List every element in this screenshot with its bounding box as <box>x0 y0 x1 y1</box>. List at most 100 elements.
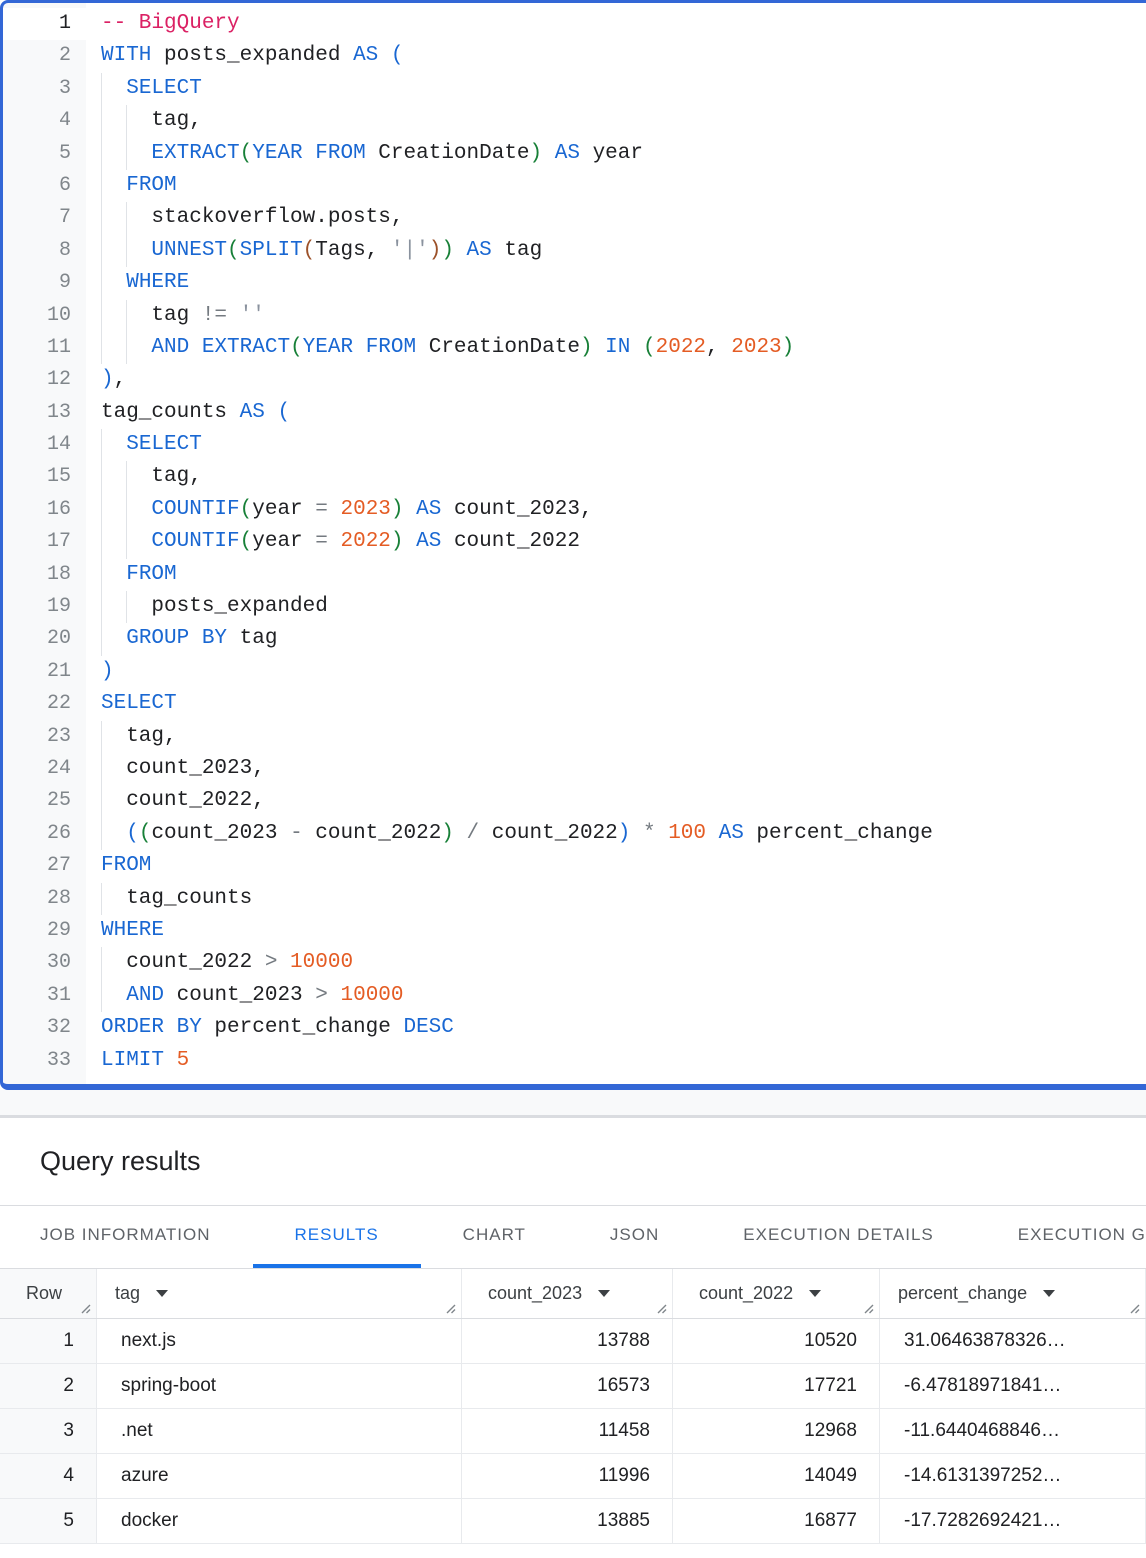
column-menu-dropdown-icon[interactable] <box>809 1290 821 1297</box>
indent-guide-line <box>101 721 102 753</box>
column-resize-handle[interactable] <box>862 1302 874 1314</box>
cell-percent_change[interactable]: -6.47818971841… <box>880 1364 1146 1408</box>
cell-tag[interactable]: azure <box>97 1454 462 1498</box>
cell-count_2022[interactable]: 10520 <box>673 1319 880 1363</box>
tab-execution-graph[interactable]: EXECUTION GRAPH <box>976 1206 1146 1268</box>
indent-guide-line <box>101 105 102 137</box>
column-header-count_2023[interactable]: count_2023 <box>462 1269 673 1318</box>
cell-count_2023[interactable]: 11458 <box>462 1409 673 1453</box>
indent-guide-line <box>126 332 127 364</box>
code-line[interactable]: 5 EXTRACT(YEAR FROM CreationDate) AS yea… <box>3 138 1146 170</box>
column-resize-handle[interactable] <box>79 1302 91 1314</box>
column-menu-dropdown-icon[interactable] <box>1043 1290 1055 1297</box>
indent-guide-line <box>101 235 102 267</box>
code-line[interactable]: 14 SELECT <box>3 429 1146 461</box>
line-number: 29 <box>3 915 86 947</box>
code-line[interactable]: 23 tag, <box>3 721 1146 753</box>
code-line[interactable]: 15 tag, <box>3 461 1146 493</box>
code-token: WHERE <box>101 919 164 942</box>
indent-guide-line <box>101 138 102 170</box>
code-line[interactable]: 8 UNNEST(SPLIT(Tags, '|')) AS tag <box>3 235 1146 267</box>
code-line[interactable]: 20 GROUP BY tag <box>3 623 1146 655</box>
code-line[interactable]: 12), <box>3 364 1146 396</box>
code-line[interactable]: 1-- BigQuery <box>3 8 1146 40</box>
code-line[interactable]: 24 count_2023, <box>3 753 1146 785</box>
tab-execution-details[interactable]: EXECUTION DETAILS <box>701 1206 976 1268</box>
cell-count_2023[interactable]: 16573 <box>462 1364 673 1408</box>
code-token <box>101 627 126 650</box>
indent-guide-line <box>126 494 127 526</box>
column-header-row[interactable]: Row <box>0 1269 97 1318</box>
cell-count_2023[interactable]: 13788 <box>462 1319 673 1363</box>
tab-chart[interactable]: CHART <box>421 1206 568 1268</box>
code-line[interactable]: 18 FROM <box>3 559 1146 591</box>
cell-percent_change[interactable]: 31.06463878326… <box>880 1319 1146 1363</box>
code-line[interactable]: 27FROM <box>3 850 1146 882</box>
column-header-tag[interactable]: tag <box>97 1269 462 1318</box>
code-text: count_2023, <box>86 753 1146 785</box>
code-line[interactable]: 28 tag_counts <box>3 883 1146 915</box>
code-token: count_2023 <box>151 822 290 845</box>
code-line[interactable]: 19 posts_expanded <box>3 591 1146 623</box>
code-line[interactable]: 30 count_2022 > 10000 <box>3 947 1146 979</box>
code-line[interactable]: 2WITH posts_expanded AS ( <box>3 40 1146 72</box>
column-menu-dropdown-icon[interactable] <box>156 1290 168 1297</box>
cell-count_2022[interactable]: 17721 <box>673 1364 880 1408</box>
code-line[interactable]: 21) <box>3 656 1146 688</box>
code-line[interactable]: 4 tag, <box>3 105 1146 137</box>
code-token <box>101 174 126 197</box>
cell-percent_change[interactable]: -14.6131397252… <box>880 1454 1146 1498</box>
cell-count_2022[interactable]: 12968 <box>673 1409 880 1453</box>
cell-tag[interactable]: .net <box>97 1409 462 1453</box>
query-results-header: Query results <box>0 1118 1146 1206</box>
code-token <box>227 304 240 327</box>
code-line[interactable]: 33LIMIT 5 <box>3 1045 1146 1077</box>
line-number: 4 <box>3 105 86 137</box>
tab-results[interactable]: RESULTS <box>253 1206 421 1268</box>
code-text: SELECT <box>86 429 1146 461</box>
code-line[interactable]: 7 stackoverflow.posts, <box>3 202 1146 234</box>
code-line[interactable]: 10 tag != '' <box>3 300 1146 332</box>
code-line[interactable]: 11 AND EXTRACT(YEAR FROM CreationDate) I… <box>3 332 1146 364</box>
cell-count_2022[interactable]: 14049 <box>673 1454 880 1498</box>
code-lines: 1-- BigQuery2WITH posts_expanded AS (3 S… <box>3 8 1146 1077</box>
sql-editor[interactable]: 1-- BigQuery2WITH posts_expanded AS (3 S… <box>0 0 1146 1090</box>
code-line[interactable]: 32ORDER BY percent_change DESC <box>3 1012 1146 1044</box>
code-line[interactable]: 3 SELECT <box>3 73 1146 105</box>
line-number: 10 <box>3 300 86 332</box>
column-resize-handle[interactable] <box>655 1302 667 1314</box>
cell-percent_change[interactable]: -17.7282692421… <box>880 1499 1146 1543</box>
cell-tag[interactable]: spring-boot <box>97 1364 462 1408</box>
tab-job-information[interactable]: JOB INFORMATION <box>0 1206 253 1268</box>
code-line[interactable]: 29 WHERE <box>3 915 1146 947</box>
cell-count_2023[interactable]: 11996 <box>462 1454 673 1498</box>
code-line[interactable]: 13tag_counts AS ( <box>3 397 1146 429</box>
column-menu-dropdown-icon[interactable] <box>598 1290 610 1297</box>
code-token: tag, <box>101 109 202 132</box>
column-header-count_2022[interactable]: count_2022 <box>673 1269 880 1318</box>
indent-guide-line <box>101 429 102 461</box>
cell-percent_change[interactable]: -11.6440468846… <box>880 1409 1146 1453</box>
code-token: percent_change <box>202 1016 404 1039</box>
indent-guide-line <box>126 235 127 267</box>
code-token: FROM <box>126 563 176 586</box>
column-header-percent_change[interactable]: percent_change <box>880 1269 1146 1318</box>
column-resize-handle[interactable] <box>1128 1302 1140 1314</box>
cell-tag[interactable]: docker <box>97 1499 462 1543</box>
code-token: AND <box>151 336 189 359</box>
code-line[interactable]: 22SELECT <box>3 688 1146 720</box>
cell-count_2022[interactable]: 16877 <box>673 1499 880 1543</box>
code-line[interactable]: 26 ((count_2023 - count_2022) / count_20… <box>3 818 1146 850</box>
code-token: 2023 <box>340 498 390 521</box>
code-line[interactable]: 17 COUNTIF(year = 2022) AS count_2022 <box>3 526 1146 558</box>
cell-tag[interactable]: next.js <box>97 1319 462 1363</box>
code-line[interactable]: 31 AND count_2023 > 10000 <box>3 980 1146 1012</box>
code-line[interactable]: 9 WHERE <box>3 267 1146 299</box>
cell-count_2023[interactable]: 13885 <box>462 1499 673 1543</box>
column-header-label: tag <box>115 1283 140 1304</box>
code-line[interactable]: 16 COUNTIF(year = 2023) AS count_2023, <box>3 494 1146 526</box>
tab-json[interactable]: JSON <box>568 1206 701 1268</box>
code-line[interactable]: 6 FROM <box>3 170 1146 202</box>
code-line[interactable]: 25 count_2022, <box>3 785 1146 817</box>
column-resize-handle[interactable] <box>444 1302 456 1314</box>
